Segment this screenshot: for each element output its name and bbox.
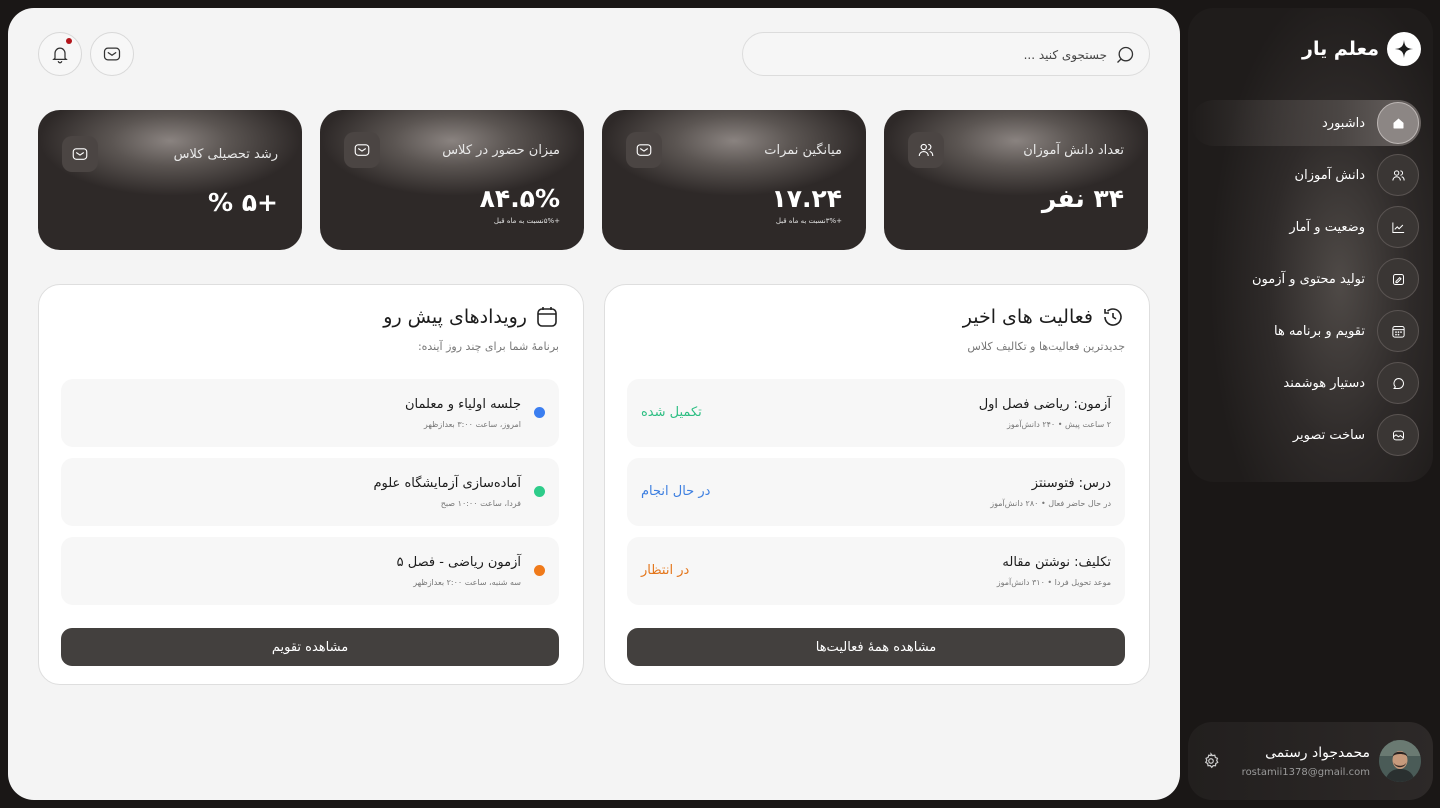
students-icon <box>1377 154 1419 196</box>
activity-status: در انتظار <box>641 563 690 578</box>
panel-title: رویدادهای پیش رو <box>383 305 559 329</box>
sidebar-item-label: تقویم و برنامه ها <box>1274 323 1365 339</box>
stat-icon <box>62 136 98 172</box>
activity-meta: در حال حاضر فعال • ۲۸۰ دانش‌آموز <box>990 499 1111 508</box>
event-meta: فردا، ساعت ۱۰:۰۰ صبح <box>440 499 521 508</box>
sidebar-item-stats[interactable]: وضعیت و آمار <box>1191 204 1421 250</box>
stat-value: ۳۴ نفر <box>1041 184 1124 213</box>
notifications-button[interactable] <box>38 32 82 76</box>
upcoming-events-panel: رویدادهای پیش رو برنامهٔ شما برای چند رو… <box>38 284 584 685</box>
avatar[interactable] <box>1379 740 1421 782</box>
activity-title: تکلیف: نوشتن مقاله <box>1002 555 1111 570</box>
bell-icon <box>52 47 68 64</box>
activity-title: درس: فتوسنتز <box>1031 476 1111 491</box>
sidebar-item-label: داشبورد <box>1322 115 1365 131</box>
image-icon <box>1377 414 1419 456</box>
mail-icon <box>636 144 652 156</box>
sidebar-item-label: وضعیت و آمار <box>1289 219 1365 235</box>
sidebar-item-dashboard[interactable]: داشبورد <box>1191 100 1421 146</box>
view-calendar-button[interactable]: مشاهده تقویم <box>61 628 559 666</box>
brand-name: معلم یار <box>1302 38 1379 60</box>
stat-value: ۸۴.۵% <box>479 184 560 213</box>
sidebar-item-calendar[interactable]: تقویم و برنامه ها <box>1191 308 1421 354</box>
activity-meta: موعد تحویل فردا • ۳۱۰ دانش‌آموز <box>996 578 1111 587</box>
event-item[interactable]: آماده‌سازی آزمایشگاه علوم فردا، ساعت ۱۰:… <box>61 458 559 526</box>
stat-card-growth: رشد تحصیلی کلاس +۵ % <box>38 110 302 250</box>
event-meta: سه شنبه، ساعت ۲:۰۰ بعدازظهر <box>413 578 521 587</box>
stat-card-average-grade: میانگین نمرات ۱۷.۲۴ +۳%نسبت به ماه قبل <box>602 110 866 250</box>
mail-icon <box>354 144 370 156</box>
settings-icon[interactable] <box>1202 752 1220 770</box>
main-panel: تعداد دانش آموزان ۳۴ نفر میانگین نمرات ۱… <box>8 8 1180 800</box>
stat-label: میزان حضور در کلاس <box>442 143 560 158</box>
sidebar: معلم یار داشبورد دانش آموزان وضعیت و آما… <box>1188 8 1433 482</box>
stat-icon <box>344 132 380 168</box>
sidebar-item-label: تولید محتوی و آزمون <box>1251 271 1365 287</box>
panel-title-text: فعالیت های اخیر <box>962 306 1093 328</box>
activity-item[interactable]: آزمون: ریاضی فصل اول ۲ ساعت پیش • ۲۴۰ دا… <box>627 379 1125 447</box>
stat-value: +۵ % <box>208 188 278 217</box>
sidebar-item-students[interactable]: دانش آموزان <box>1191 152 1421 198</box>
panel-subtitle: برنامهٔ شما برای چند روز آینده: <box>417 340 559 353</box>
search-icon <box>1117 46 1134 63</box>
event-meta: امروز، ساعت ۳:۰۰ بعدازظهر <box>423 420 521 429</box>
calendar-icon <box>1377 310 1419 352</box>
sidebar-item-image[interactable]: ساخت تصویر <box>1191 412 1421 458</box>
stat-sub: +۳%نسبت به ماه قبل <box>775 217 842 225</box>
event-dot <box>534 565 545 576</box>
calendar-icon <box>537 307 557 327</box>
stat-card-attendance: میزان حضور در کلاس ۸۴.۵% +۵%نسبت به ماه … <box>320 110 584 250</box>
event-title: آزمون ریاضی - فصل ۵ <box>396 555 521 570</box>
chart-icon <box>1377 206 1419 248</box>
event-title: جلسه اولیاء و معلمان <box>405 397 521 412</box>
sidebar-item-assistant[interactable]: دستیار هوشمند <box>1191 360 1421 406</box>
panel-subtitle: جدیدترین فعالیت‌ها و تکالیف کلاس <box>967 340 1125 353</box>
messages-button[interactable] <box>90 32 134 76</box>
stat-label: میانگین نمرات <box>764 143 842 158</box>
activity-item[interactable]: تکلیف: نوشتن مقاله موعد تحویل فردا • ۳۱۰… <box>627 537 1125 605</box>
user-profile[interactable]: محمدجواد رستمی rostamii1378@gmail.com <box>1188 722 1433 800</box>
profile-name: محمدجواد رستمی <box>1265 745 1370 761</box>
view-all-activities-button[interactable]: مشاهده همهٔ فعالیت‌ها <box>627 628 1125 666</box>
sidebar-item-label: دستیار هوشمند <box>1283 375 1365 391</box>
profile-email: rostamii1378@gmail.com <box>1241 767 1370 778</box>
history-icon <box>1104 308 1122 326</box>
sidebar-item-label: ساخت تصویر <box>1292 427 1365 443</box>
sidebar-item-label: دانش آموزان <box>1294 167 1365 183</box>
event-dot <box>534 407 545 418</box>
activity-meta: ۲ ساعت پیش • ۲۴۰ دانش‌آموز <box>1007 420 1111 429</box>
sparkle-icon <box>1387 32 1421 66</box>
event-item[interactable]: آزمون ریاضی - فصل ۵ سه شنبه، ساعت ۲:۰۰ ب… <box>61 537 559 605</box>
event-title: آماده‌سازی آزمایشگاه علوم <box>373 476 521 491</box>
stat-label: تعداد دانش آموزان <box>1023 143 1124 158</box>
stat-icon <box>908 132 944 168</box>
stat-card-students: تعداد دانش آموزان ۳۴ نفر <box>884 110 1148 250</box>
panel-title-text: رویدادهای پیش رو <box>383 306 527 328</box>
recent-activities-panel: فعالیت های اخیر جدیدترین فعالیت‌ها و تکا… <box>604 284 1150 685</box>
stat-icon <box>626 132 662 168</box>
mail-icon <box>103 47 121 61</box>
mail-icon <box>72 148 88 160</box>
notification-dot <box>66 38 72 44</box>
activity-item[interactable]: درس: فتوسنتز در حال حاضر فعال • ۲۸۰ دانش… <box>627 458 1125 526</box>
stat-sub: +۵%نسبت به ماه قبل <box>493 217 560 225</box>
brand[interactable]: معلم یار <box>1302 32 1421 66</box>
activity-title: آزمون: ریاضی فصل اول <box>978 397 1111 412</box>
panel-title: فعالیت های اخیر <box>963 305 1125 329</box>
stat-label: رشد تحصیلی کلاس <box>173 147 278 162</box>
event-item[interactable]: جلسه اولیاء و معلمان امروز، ساعت ۳:۰۰ بع… <box>61 379 559 447</box>
event-dot <box>534 486 545 497</box>
search-bar[interactable] <box>742 32 1150 76</box>
chat-icon <box>1377 362 1419 404</box>
users-icon <box>918 143 934 157</box>
stat-value: ۱۷.۲۴ <box>771 184 842 213</box>
edit-icon <box>1377 258 1419 300</box>
activity-status: تکمیل شده <box>641 405 702 420</box>
search-input[interactable] <box>767 41 1107 69</box>
home-icon <box>1377 102 1419 144</box>
sidebar-item-content[interactable]: تولید محتوی و آزمون <box>1191 256 1421 302</box>
activity-status: در حال انجام <box>641 484 711 499</box>
